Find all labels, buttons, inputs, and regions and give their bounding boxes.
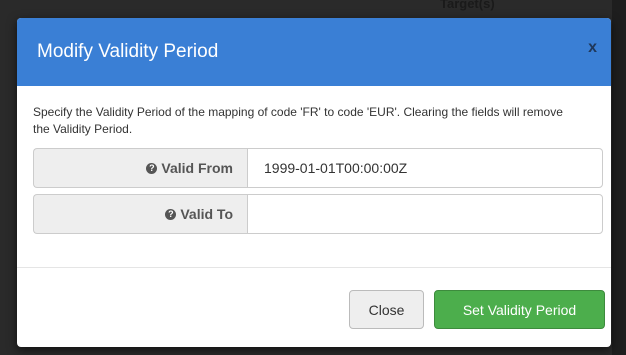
- dialog-header: Modify Validity Period x: [17, 18, 611, 86]
- dialog-title: Modify Validity Period: [37, 41, 219, 62]
- set-validity-period-button[interactable]: Set Validity Period: [434, 290, 605, 329]
- dialog-description: Specify the Validity Period of the mappi…: [33, 105, 563, 136]
- valid-to-row: ? Valid To: [33, 194, 603, 234]
- valid-from-label: ? Valid From: [33, 148, 247, 188]
- valid-from-row: ? Valid From: [33, 148, 603, 188]
- validity-period-dialog: Modify Validity Period x Specify the Val…: [17, 18, 611, 347]
- backdrop-column-header: Target(s): [440, 0, 495, 11]
- question-circle-icon[interactable]: ?: [165, 208, 177, 220]
- dialog-footer: Close Set Validity Period: [17, 268, 611, 347]
- valid-to-input[interactable]: [247, 194, 603, 234]
- valid-from-input[interactable]: [247, 148, 603, 188]
- valid-to-label: ? Valid To: [33, 194, 247, 234]
- question-circle-icon[interactable]: ?: [146, 162, 158, 174]
- valid-from-label-text: Valid From: [161, 160, 233, 176]
- valid-to-label-text: Valid To: [180, 206, 233, 222]
- close-button[interactable]: Close: [349, 290, 424, 329]
- backdrop-edge: [612, 0, 626, 355]
- close-icon[interactable]: x: [588, 39, 597, 57]
- dialog-body: Specify the Validity Period of the mappi…: [17, 86, 611, 268]
